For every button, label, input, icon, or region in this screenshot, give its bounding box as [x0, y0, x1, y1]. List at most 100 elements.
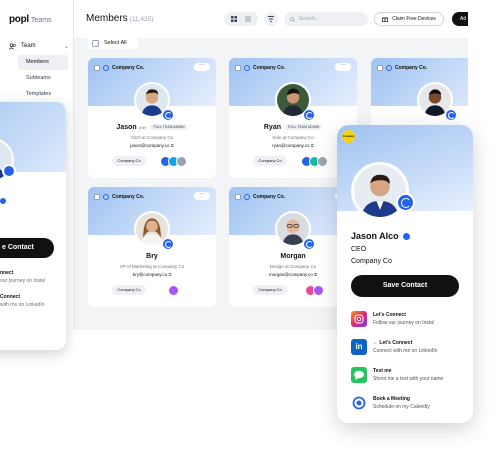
company-logo-icon — [103, 65, 109, 71]
sidebar-item-subteams[interactable]: Subteams — [18, 71, 68, 86]
save-contact-button[interactable]: e Contact — [0, 238, 54, 258]
company-chip-label: Company Co. — [395, 65, 428, 71]
verified-badge — [162, 238, 174, 250]
verified-badge — [2, 164, 16, 178]
company-pill: Company Co — [112, 285, 146, 295]
role-tag: FULL TEAM ADMIN — [150, 124, 188, 131]
company-chip: Company Co. — [235, 194, 285, 200]
card-checkbox[interactable] — [94, 194, 100, 200]
device-avatar — [313, 285, 324, 296]
link-title: Connect — [0, 294, 20, 300]
sidebar-team-toggle[interactable]: Team ⌄ — [9, 40, 69, 52]
logo-sub: Teams — [30, 17, 52, 24]
member-count: (11,425) — [129, 16, 154, 23]
more-options-icon[interactable]: ··· — [194, 62, 210, 71]
link-subtitle: Shoot me a text with your name — [373, 376, 444, 382]
company-logo-badge: Company — [342, 130, 355, 143]
search-placeholder: Search... — [299, 16, 320, 22]
link-subtitle: our journey on Insta! — [0, 278, 46, 284]
company-chip-label: Company Co. — [253, 65, 286, 71]
role-tag: FULL TEAM ADMIN — [285, 124, 323, 131]
member-card[interactable]: Company Co. ··· Bry VP of Marketing at C… — [88, 187, 216, 307]
select-all-checkbox[interactable] — [92, 39, 99, 47]
company-logo-icon — [386, 65, 392, 71]
verified-badge — [162, 109, 174, 121]
search-icon — [290, 16, 295, 22]
card-checkbox[interactable] — [377, 65, 383, 71]
app-logo[interactable]: popl Teams — [9, 14, 52, 25]
message-icon — [351, 367, 367, 383]
verified-badge — [303, 109, 315, 121]
link-instagram[interactable]: Let's Connect Follow our journey on Inst… — [351, 311, 466, 331]
verified-badge — [445, 109, 457, 121]
verified-dot — [0, 198, 6, 204]
link-subtitle: Schedule on my Calendly — [373, 404, 430, 410]
copy-icon: ⧉ — [314, 272, 317, 277]
gift-icon — [382, 17, 389, 22]
link-subtitle: Follow our journey on Insta! — [373, 320, 435, 326]
profile-company: Company Co — [351, 258, 392, 265]
member-job: CEO at Company Co — [130, 135, 174, 140]
link-subtitle: with me on LinkedIn — [0, 302, 45, 308]
link-title: Text me — [373, 368, 392, 374]
sidebar-item-templates[interactable]: Templates — [18, 87, 68, 102]
device-avatar — [168, 285, 179, 296]
link-text-me[interactable]: Text me Shoot me a text with your name — [351, 367, 466, 387]
select-all-label: Select All — [104, 40, 127, 46]
stage: popl Teams Team ⌄ Members Subteams Templa… — [0, 0, 498, 468]
profile-name: Jason Alco — [351, 231, 410, 241]
device-avatar — [176, 156, 187, 167]
card-checkbox[interactable] — [94, 65, 100, 71]
chevron-down-icon: ⌄ — [63, 43, 69, 50]
copy-icon: ⧉ — [168, 272, 172, 277]
profile-preview-left: e Contact nnect our journey on Insta! Co… — [0, 102, 66, 350]
verified-badge — [303, 238, 315, 250]
member-card[interactable]: Company Co. ··· Jason (He) FULL TEAM ADMIN… — [88, 58, 216, 178]
link-book-meeting[interactable]: Book a Meeting Schedule on my Calendly — [351, 395, 466, 415]
more-options-icon[interactable]: ··· — [335, 62, 351, 71]
member-name: Jason (He) FULL TEAM ADMIN — [88, 124, 216, 131]
member-email: bry@company.co ⧉ — [132, 272, 172, 277]
logo-text: popl — [9, 14, 29, 25]
company-pill: Company Co — [112, 156, 146, 166]
link-title: Let's Connect — [373, 312, 406, 318]
profile-title: CEO — [351, 246, 367, 253]
member-name: Bry — [146, 253, 158, 260]
company-logo-icon — [244, 194, 250, 200]
company-chip: Company Co. — [377, 65, 427, 71]
sidebar-item-members[interactable]: Members — [18, 55, 68, 70]
filter-button[interactable] — [264, 12, 278, 26]
company-chip: Company Co. — [94, 194, 144, 200]
topbar: Members (11,425) Search... Claim Free Dev… — [74, 0, 468, 38]
link-linkedin[interactable]: in ← Let's Connect Connect with me on Li… — [351, 339, 466, 359]
list-icon — [245, 16, 251, 22]
link-title: Book a Meeting — [373, 396, 410, 402]
save-contact-button[interactable]: Save Contact — [351, 275, 459, 297]
profile-preview-card: Company Jason Alco CEO Company Co Save C… — [337, 125, 473, 423]
company-chip-label: Company Co. — [112, 194, 145, 200]
device-avatar — [317, 156, 328, 167]
select-all[interactable]: Select All — [88, 37, 138, 49]
more-options-icon[interactable]: ··· — [194, 191, 210, 200]
add-member-button[interactable]: Ad — [452, 12, 468, 26]
search-input[interactable]: Search... — [284, 12, 368, 26]
linkedin-icon: in — [351, 339, 367, 355]
view-toggle[interactable] — [224, 12, 258, 26]
card-checkbox[interactable] — [235, 194, 241, 200]
verified-check-icon — [402, 232, 410, 240]
instagram-icon — [351, 311, 367, 327]
company-pill: Company Co — [253, 156, 287, 166]
grid-icon — [231, 16, 237, 22]
company-chip: Company Co. — [235, 65, 285, 71]
link-title: nnect — [0, 270, 14, 276]
link-title: ← Let's Connect — [373, 340, 413, 346]
copy-icon: ⧉ — [170, 143, 174, 148]
sidebar-team-label: Team — [21, 43, 36, 49]
member-email: jason@company.co ⧉ — [130, 143, 174, 148]
page-title: Members (11,425) — [86, 13, 154, 24]
member-job: VP of Marketing at Company Co — [119, 264, 185, 269]
verified-badge — [396, 193, 415, 212]
card-checkbox[interactable] — [235, 65, 241, 71]
filter-icon — [268, 16, 274, 22]
claim-devices-button[interactable]: Claim Free Devices — [374, 12, 444, 26]
